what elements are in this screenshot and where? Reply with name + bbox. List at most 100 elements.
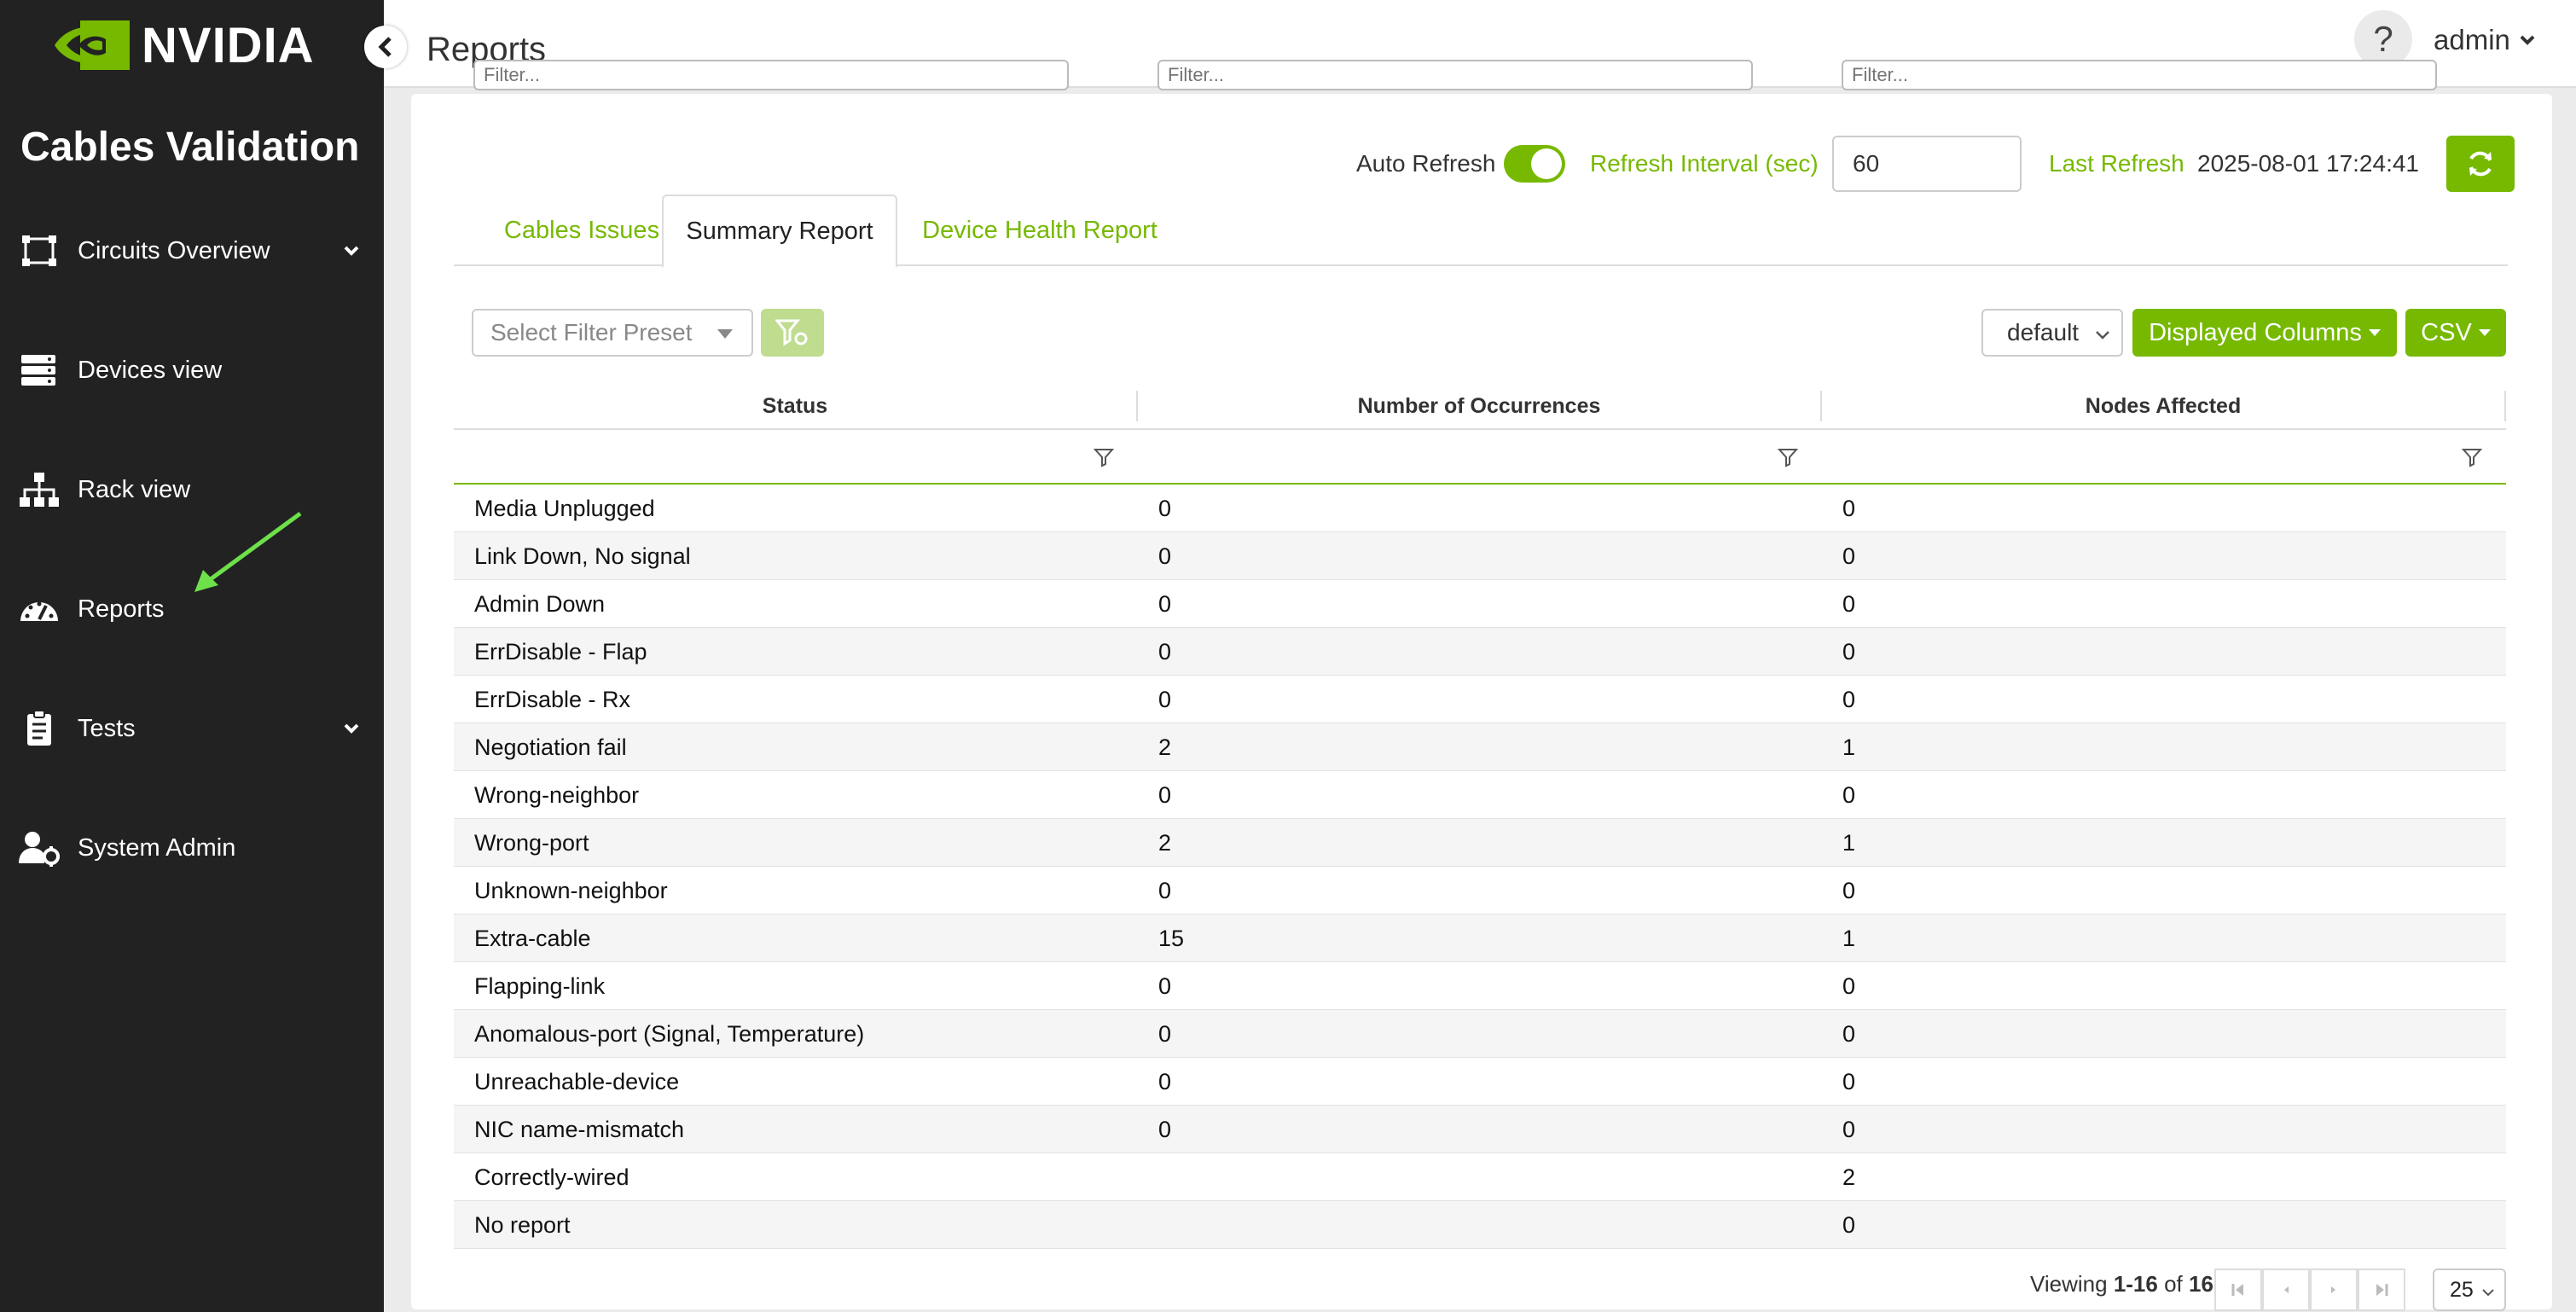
displayed-columns-label: Displayed Columns [2149,318,2362,346]
cell-status: Flapping-link [474,972,606,999]
cell-occurrences: 0 [1158,543,1172,569]
user-name: admin [2434,24,2510,55]
sidebar-item-tests[interactable]: Tests [0,694,384,763]
table-header: Status Number of Occurrences Nodes Affec… [454,382,2506,430]
cell-nodes-affected: 0 [1842,1020,1856,1047]
view-select[interactable]: default [1981,309,2123,357]
cell-occurrences: 15 [1158,925,1185,951]
cell-nodes-affected: 0 [1842,495,1856,521]
server-icon [21,355,55,386]
cell-nodes-affected: 0 [1842,877,1856,903]
cell-status: Unknown-neighbor [474,877,668,903]
cell-status: No report [474,1211,571,1238]
occurrences-filter-input[interactable] [1157,60,1753,90]
refresh-interval-input[interactable] [1832,136,2022,192]
tab-device-health-report[interactable]: Device Health Report [908,194,1172,266]
circuit-icon [22,235,56,266]
first-page-button[interactable] [2214,1268,2262,1311]
filter-icon[interactable] [1094,447,1114,467]
table-row[interactable]: Wrong-neighbor 0 0 [454,771,2506,819]
cell-status: ErrDisable - Rx [474,686,631,712]
sidebar-item-devices-view[interactable]: Devices view [0,336,384,404]
sidebar-collapse-button[interactable] [364,26,407,68]
cell-status: Extra-cable [474,925,591,951]
cell-occurrences: 0 [1158,495,1172,521]
table-row[interactable]: Extra-cable 15 1 [454,914,2506,962]
chevron-right-icon [2331,1286,2335,1293]
sidebar: NVIDIA Cables Validation Circuits Overvi… [0,0,384,1312]
nvidia-eye-icon [55,20,130,70]
cell-occurrences: 0 [1158,972,1172,999]
page-size-select[interactable]: 25 [2433,1268,2506,1311]
nvidia-logo[interactable]: NVIDIA [53,15,315,75]
cell-status: NIC name-mismatch [474,1116,685,1142]
cell-nodes-affected: 0 [1842,1116,1856,1142]
column-header-nodes-affected[interactable]: Nodes Affected [1822,382,2504,430]
cell-status: Correctly-wired [474,1164,629,1190]
refresh-button[interactable] [2446,136,2515,192]
last-refresh-label: Last Refresh [2049,150,2184,177]
sidebar-item-system-admin[interactable]: System Admin [0,814,384,882]
hierarchy-icon [20,473,59,507]
save-filter-preset-button[interactable] [761,309,824,357]
refresh-icon [2469,151,2492,177]
cell-nodes-affected: 2 [1842,1164,1856,1190]
table-row[interactable]: Media Unplugged 0 0 [454,485,2506,532]
cell-nodes-affected: 0 [1842,1211,1856,1238]
cell-status: Unreachable-device [474,1068,680,1094]
last-refresh-value: 2025-08-01 17:24:41 [2197,150,2419,177]
viewing-range: 1-16 [2113,1271,2158,1297]
column-header-occurrences[interactable]: Number of Occurrences [1138,382,1820,430]
table-row[interactable]: Link Down, No signal 0 0 [454,532,2506,580]
auto-refresh-label: Auto Refresh [1356,150,1496,177]
auto-refresh-toggle[interactable] [1504,145,1565,183]
table-row[interactable]: Unknown-neighbor 0 0 [454,867,2506,914]
csv-label: CSV [2421,318,2472,346]
sidebar-item-label: Devices view [78,356,223,384]
chevron-down-icon [344,246,359,256]
summary-table: Status Number of Occurrences Nodes Affec… [454,382,2506,1249]
sidebar-item-circuits-overview[interactable]: Circuits Overview [0,217,384,285]
filter-icon[interactable] [2462,447,2482,467]
cell-occurrences: 0 [1158,1116,1172,1142]
table-row[interactable]: No report 0 [454,1201,2506,1249]
cell-occurrences: 0 [1158,638,1172,665]
caret-down-icon [2368,329,2381,336]
cell-nodes-affected: 1 [1842,734,1856,760]
table-row[interactable]: Flapping-link 0 0 [454,962,2506,1010]
table-row[interactable]: Anomalous-port (Signal, Temperature) 0 0 [454,1010,2506,1058]
user-menu[interactable]: admin [2434,24,2538,56]
csv-export-button[interactable]: CSV [2405,309,2506,357]
viewing-summary: Viewing 1-16 of 16 [2030,1271,2213,1297]
column-header-status[interactable]: Status [454,382,1136,430]
sidebar-item-label: Tests [78,714,136,742]
next-page-button[interactable] [2310,1268,2358,1311]
cell-occurrences: 0 [1158,781,1172,808]
filter-settings-icon [775,319,808,346]
column-resize-handle[interactable] [2504,391,2506,421]
table-row[interactable]: NIC name-mismatch 0 0 [454,1106,2506,1153]
filter-icon[interactable] [1778,447,1798,467]
previous-page-button[interactable] [2262,1268,2310,1311]
sidebar-item-label: Reports [78,595,165,623]
table-row[interactable]: Negotiation fail 2 1 [454,723,2506,771]
sidebar-item-label: Circuits Overview [78,236,270,264]
cell-status: Media Unplugged [474,495,655,521]
table-row[interactable]: Correctly-wired 2 [454,1153,2506,1201]
filter-preset-select[interactable]: Select Filter Preset [472,309,753,357]
caret-down-icon [2478,329,2491,336]
table-row[interactable]: Admin Down 0 0 [454,580,2506,628]
table-row[interactable]: Wrong-port 2 1 [454,819,2506,867]
last-page-button[interactable] [2358,1268,2405,1311]
nodes-filter-input[interactable] [1842,60,2437,90]
annotation-arrow [194,511,302,592]
tab-summary-report[interactable]: Summary Report [662,194,897,268]
table-row[interactable]: ErrDisable - Flap 0 0 [454,628,2506,676]
table-body: Media Unplugged 0 0 Link Down, No signal 0 0 A… [454,485,2506,1249]
last-page-icon [2376,1284,2388,1296]
table-row[interactable]: Unreachable-device 0 0 [454,1058,2506,1106]
table-row[interactable]: ErrDisable - Rx 0 0 [454,676,2506,723]
cell-status: ErrDisable - Flap [474,638,647,665]
displayed-columns-button[interactable]: Displayed Columns [2132,309,2397,357]
status-filter-input[interactable] [473,60,1069,90]
